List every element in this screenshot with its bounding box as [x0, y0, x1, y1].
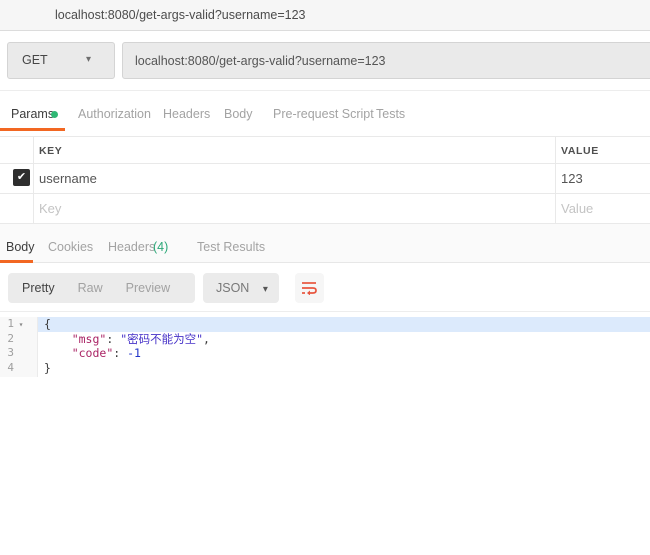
table-column-divider: [33, 136, 34, 223]
request-tab-title[interactable]: localhost:8080/get-args-valid?username=1…: [55, 8, 306, 22]
headers-count-badge: (4): [153, 240, 169, 254]
json-key: "code": [71, 346, 114, 360]
chevron-down-icon: ▾: [86, 54, 92, 65]
tab-body[interactable]: Body: [224, 107, 253, 121]
line-number: 3: [7, 346, 14, 359]
param-key-field[interactable]: username: [39, 171, 97, 186]
response-tabs-bar: Body Cookies Headers (4) Test Results: [0, 224, 650, 263]
view-mode-pretty[interactable]: Pretty: [22, 273, 55, 303]
view-mode-group: Pretty Raw Preview: [8, 273, 195, 303]
new-param-key-field[interactable]: Key: [39, 201, 61, 216]
code-text: "code": -1: [71, 346, 141, 360]
view-mode-preview[interactable]: Preview: [126, 273, 170, 303]
tab-authorization[interactable]: Authorization: [78, 107, 151, 121]
code-line: 2 "msg": "密码不能为空",: [0, 332, 650, 347]
chevron-down-icon: ▾: [262, 284, 268, 295]
code-text: }: [44, 360, 51, 375]
response-tab-cookies[interactable]: Cookies: [48, 240, 93, 254]
divider: [0, 311, 650, 312]
table-border: [0, 193, 650, 194]
postman-window: localhost:8080/get-args-valid?username=1…: [0, 0, 650, 555]
code-line: 4 }: [0, 361, 650, 376]
table-border: [0, 163, 650, 164]
tab-tests[interactable]: Tests: [376, 107, 405, 121]
line-number: 1: [7, 317, 14, 330]
method-select[interactable]: GET ▾: [7, 42, 115, 79]
line-number: 4: [7, 360, 14, 374]
wrap-text-button[interactable]: [295, 273, 324, 303]
active-tab-underline: [0, 260, 33, 263]
param-enabled-checkbox[interactable]: ✔: [13, 169, 30, 186]
active-tab-underline: [0, 128, 65, 131]
column-header-key: KEY: [39, 145, 63, 157]
divider: [0, 90, 650, 91]
code-text: "msg": "密码不能为空",: [71, 331, 210, 346]
json-string-value: "密码不能为空": [120, 331, 204, 346]
method-select-value: GET: [22, 53, 48, 67]
tab-params[interactable]: Params: [11, 107, 54, 121]
format-select[interactable]: JSON ▾: [203, 273, 279, 303]
response-tab-body[interactable]: Body: [6, 240, 35, 254]
column-header-value: VALUE: [561, 145, 599, 157]
check-icon: ✔: [16, 171, 27, 183]
code-line: 1 ▾ {: [0, 317, 650, 332]
format-select-value: JSON: [216, 281, 250, 295]
table-column-divider: [555, 136, 556, 223]
new-param-value-field[interactable]: Value: [561, 201, 593, 216]
tab-headers[interactable]: Headers: [163, 107, 210, 121]
tab-pre-request-script[interactable]: Pre-request Script: [273, 107, 374, 121]
table-border: [0, 136, 650, 137]
fold-toggle-icon[interactable]: ▾: [14, 317, 28, 332]
url-input[interactable]: [123, 43, 650, 78]
code-text: {: [38, 317, 650, 332]
response-tab-headers[interactable]: Headers: [108, 240, 155, 254]
params-active-dot-icon: [51, 111, 58, 118]
json-key: "msg": [71, 331, 107, 346]
line-number: 2: [7, 331, 14, 345]
url-field-container: [122, 42, 650, 79]
code-line: 3 "code": -1: [0, 346, 650, 361]
response-tab-test-results[interactable]: Test Results: [197, 240, 265, 254]
wrap-text-icon: [302, 282, 317, 296]
view-mode-raw[interactable]: Raw: [78, 273, 103, 303]
response-body-viewer[interactable]: 1 ▾ { 2 "msg": "密码不能为空", 3 "code": -1 4: [0, 317, 650, 375]
param-value-field[interactable]: 123: [561, 171, 583, 186]
request-tab-bar: localhost:8080/get-args-valid?username=1…: [0, 0, 650, 31]
json-number-value: -1: [127, 346, 141, 360]
